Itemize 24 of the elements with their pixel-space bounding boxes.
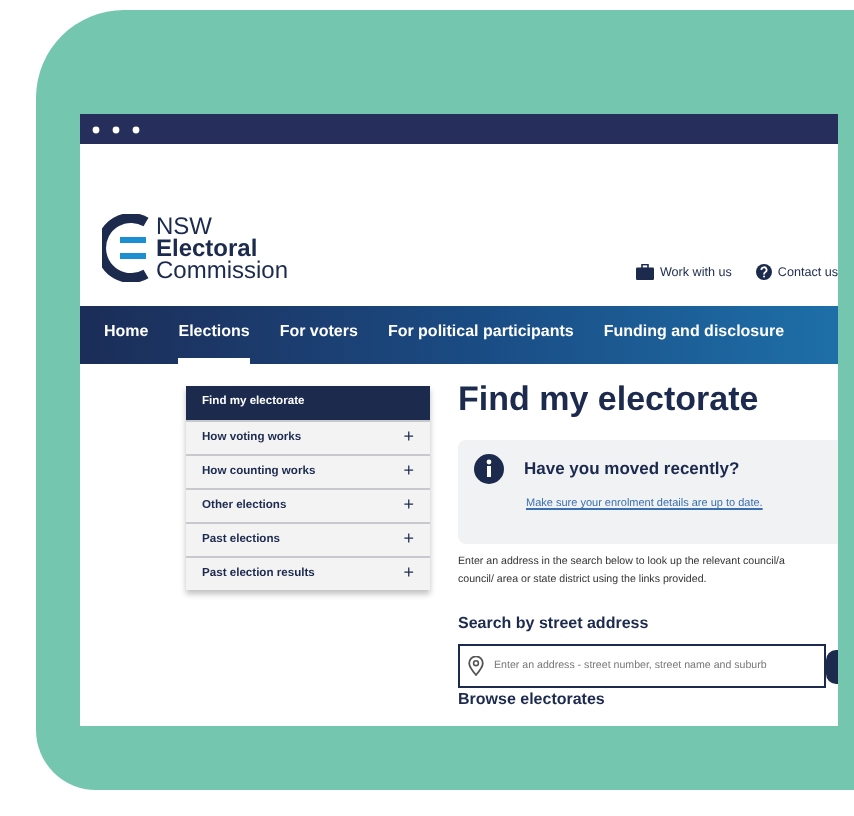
browse-heading: Browse electorates (458, 690, 607, 708)
expand-icon[interactable]: + (403, 560, 414, 588)
expand-icon[interactable]: + (403, 526, 414, 554)
help-icon (755, 264, 772, 281)
logo-text: Electoral (156, 237, 258, 259)
expand-icon[interactable]: + (403, 458, 414, 486)
search-heading: Search by street address (458, 612, 651, 636)
search-button[interactable] (826, 649, 838, 683)
page-title: Find my electorate (458, 380, 761, 420)
nav-tab[interactable]: Elections (178, 306, 250, 364)
window-dots-icon (92, 125, 144, 133)
notice-heading: Have you moved recently? (524, 456, 740, 482)
nav-tab[interactable]: Funding and disclosure (603, 306, 785, 364)
info-icon (474, 454, 504, 484)
expand-icon[interactable]: + (403, 424, 414, 452)
nav-tab[interactable]: For voters (279, 306, 358, 364)
nav-tab[interactable]: Home (104, 306, 149, 364)
logo-text: NSW (156, 215, 212, 237)
briefcase-icon (635, 264, 654, 281)
expand-icon[interactable]: + (403, 492, 414, 520)
logo-icon (102, 214, 150, 282)
nav-tab[interactable]: For political participants (387, 306, 574, 364)
location-pin-icon (468, 656, 484, 676)
logo-text: Commission (156, 259, 289, 281)
